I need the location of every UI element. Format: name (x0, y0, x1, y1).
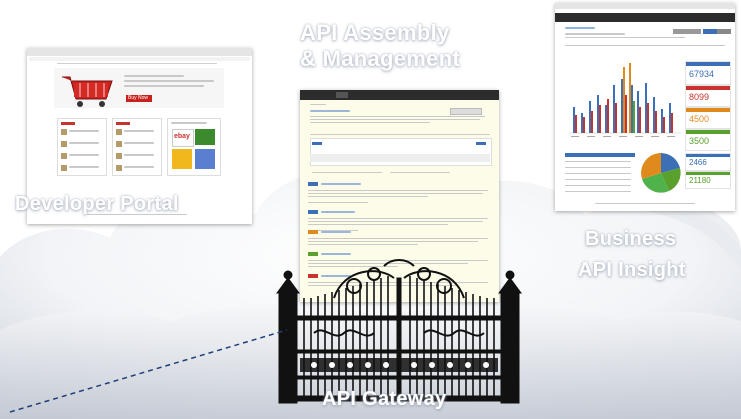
connection-line (9, 329, 288, 413)
diagram-stage: API Assembly & Management Buy Now ebay D… (0, 0, 741, 419)
